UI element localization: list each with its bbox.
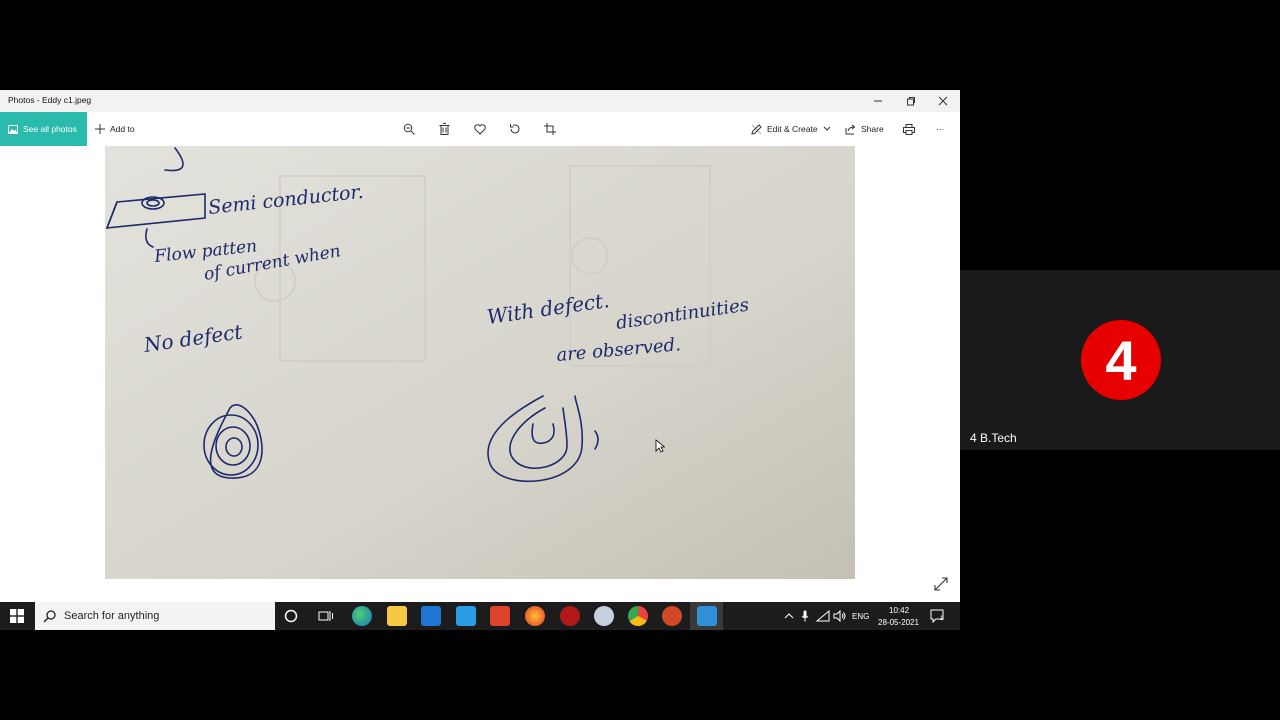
- firefox-icon[interactable]: [525, 606, 545, 626]
- cortana-icon[interactable]: [284, 609, 298, 623]
- share-button[interactable]: Share: [845, 112, 884, 146]
- photo-canvas[interactable]: Semi conductor. Flow patten of current w…: [105, 146, 855, 579]
- taskbar: Search for anything ENG 10:42 28-05-2021…: [0, 602, 960, 630]
- start-button[interactable]: [10, 609, 24, 623]
- photos-app-icon: [697, 606, 717, 626]
- restore-icon: [907, 97, 915, 106]
- task-view-icon[interactable]: [318, 609, 334, 623]
- rotate-icon: [510, 124, 520, 134]
- add-to-label: Add to: [110, 124, 135, 134]
- rotate-button[interactable]: [509, 112, 521, 146]
- handwritten-notes-image: Semi conductor. Flow patten of current w…: [105, 146, 855, 579]
- search-icon: [43, 609, 56, 623]
- photos-icon: [8, 124, 18, 134]
- add-to-button[interactable]: Add to: [95, 112, 135, 146]
- zoom-icon: [403, 123, 415, 135]
- chevron-down-icon: [823, 126, 830, 131]
- favorite-button[interactable]: [474, 112, 486, 146]
- store-icon[interactable]: [421, 606, 441, 626]
- edge-icon[interactable]: [352, 606, 372, 626]
- expand-icon: [934, 577, 948, 591]
- print-button[interactable]: [903, 112, 915, 146]
- title-bar: Photos - Eddy c1.jpeg: [0, 90, 960, 112]
- powerpoint-icon[interactable]: [662, 606, 682, 626]
- close-icon: [938, 96, 948, 106]
- edit-icon: [751, 123, 762, 135]
- share-icon: [845, 124, 856, 134]
- minimize-button[interactable]: [862, 90, 894, 112]
- more-button[interactable]: ···: [936, 112, 945, 146]
- mouse-cursor-icon: [655, 439, 665, 453]
- crop-icon: [544, 123, 556, 135]
- participant-tile[interactable]: 4 4 B.Tech: [960, 270, 1280, 450]
- microphone-icon[interactable]: [801, 610, 809, 622]
- print-icon: [903, 123, 915, 135]
- clock-time[interactable]: 10:42: [889, 606, 909, 615]
- taskbar-search-box[interactable]: Search for anything: [35, 602, 275, 630]
- delete-icon: [439, 123, 450, 135]
- volume-icon[interactable]: [833, 610, 846, 622]
- edit-create-button[interactable]: Edit & Create: [751, 112, 831, 146]
- language-indicator[interactable]: ENG: [852, 612, 869, 621]
- app-icon[interactable]: [560, 606, 580, 626]
- file-explorer-icon[interactable]: [387, 606, 407, 626]
- notifications-button[interactable]: 1: [930, 609, 945, 624]
- more-icon: ···: [936, 124, 945, 134]
- toolbar: See all photos Add to Edit & Create Shar…: [0, 112, 960, 146]
- windows-icon: [10, 609, 24, 623]
- edit-create-label: Edit & Create: [767, 124, 818, 134]
- photos-window: Photos - Eddy c1.jpeg See all photos Add…: [0, 90, 960, 602]
- participant-avatar: 4: [1081, 320, 1161, 400]
- share-label: Share: [861, 124, 884, 134]
- chrome-icon[interactable]: [628, 606, 648, 626]
- mail-icon[interactable]: [456, 606, 476, 626]
- crop-button[interactable]: [544, 112, 556, 146]
- window-title: Photos - Eddy c1.jpeg: [8, 95, 92, 105]
- participant-name: 4 B.Tech: [970, 431, 1017, 445]
- photos-app-active[interactable]: [690, 602, 723, 630]
- notification-count: 1: [940, 616, 944, 622]
- tray-chevron-up-icon[interactable]: [784, 612, 794, 620]
- paint-icon[interactable]: [594, 606, 614, 626]
- clock-date[interactable]: 28-05-2021: [878, 618, 919, 627]
- zoom-button[interactable]: [403, 112, 415, 146]
- see-all-photos-button[interactable]: See all photos: [0, 112, 87, 146]
- see-all-photos-label: See all photos: [23, 124, 77, 134]
- search-placeholder: Search for anything: [64, 610, 160, 622]
- restore-button[interactable]: [895, 90, 927, 112]
- close-button[interactable]: [927, 90, 959, 112]
- minimize-icon: [874, 100, 882, 102]
- office-icon[interactable]: [490, 606, 510, 626]
- delete-button[interactable]: [439, 112, 450, 146]
- wifi-icon[interactable]: [816, 610, 830, 622]
- plus-icon: [95, 124, 105, 134]
- fullscreen-button[interactable]: [934, 577, 950, 593]
- favorite-icon: [474, 123, 486, 135]
